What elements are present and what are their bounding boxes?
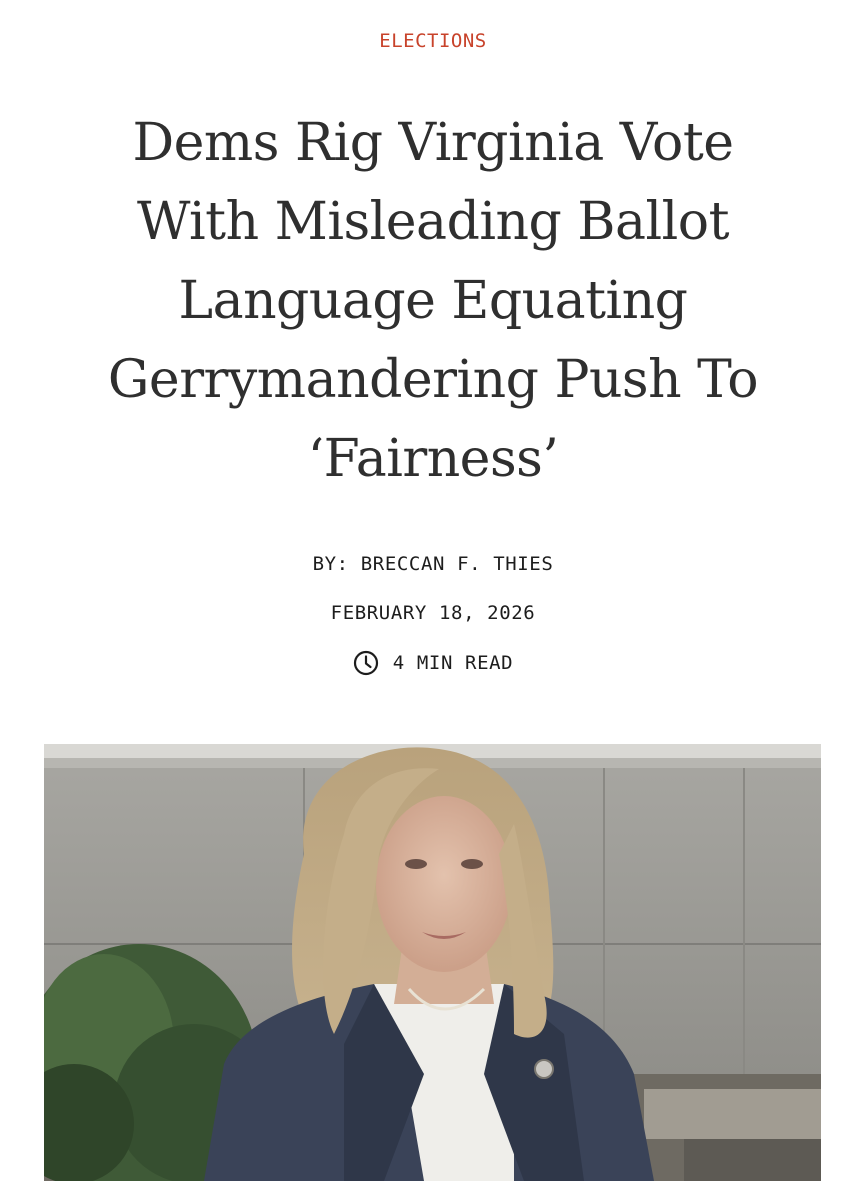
headline-line: Dems Rig Virginia Vote: [132, 113, 734, 173]
author-link[interactable]: BRECCAN F. THIES: [361, 553, 554, 575]
clock-icon: [353, 650, 379, 676]
publish-date: FEBRUARY 18, 2026: [330, 602, 536, 624]
headline: Dems Rig Virginia Vote With Misleading B…: [40, 104, 826, 499]
headline-line: ‘Fairness’: [307, 429, 559, 489]
hero-image: [44, 744, 821, 1181]
category-link[interactable]: ELECTIONS: [0, 30, 866, 52]
read-time: 4 MIN READ: [0, 650, 866, 676]
headline-line: With Misleading Ballot: [137, 192, 729, 252]
headline-line: Gerrymandering Push To: [107, 350, 759, 410]
headline-line: Language Equating: [178, 271, 688, 331]
byline-prefix: BY:: [312, 553, 349, 575]
article: ELECTIONS Dems Rig Virginia Vote With Mi…: [0, 0, 866, 1199]
byline: BY: BRECCAN F. THIES: [0, 553, 866, 575]
read-time-label: 4 MIN READ: [392, 652, 514, 674]
